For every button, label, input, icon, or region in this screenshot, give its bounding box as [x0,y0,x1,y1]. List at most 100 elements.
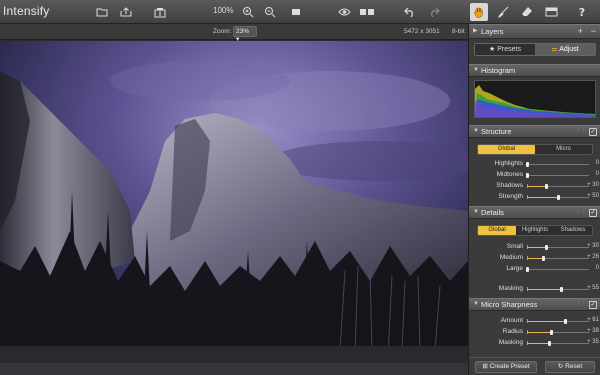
share-icon[interactable] [118,3,134,21]
slider-thumb[interactable] [549,330,553,335]
slider-fill [527,258,544,259]
tab-presets[interactable]: ★ Presets [475,44,535,55]
fit-icon[interactable] [288,3,304,21]
chevron-down-icon: ▼ [473,209,479,215]
structure-enable-checkbox[interactable]: ✓ [589,128,597,136]
slider-label: Masking [498,339,523,346]
redo-icon[interactable] [426,3,442,21]
slider-thumb[interactable] [547,341,551,346]
reset-label: Reset [565,363,583,370]
slider-track[interactable] [526,162,589,167]
add-layer-icon[interactable]: + [578,26,583,36]
slider-track[interactable] [527,341,589,346]
zoom-label: Zoom: [213,28,232,35]
help-icon[interactable]: ? [574,3,590,21]
slider-thumb[interactable] [560,287,564,292]
image-dimensions: 5472 x 3051 [404,28,440,35]
drag-handle-icon[interactable]: ⋮⋮ [576,128,586,134]
slider-track[interactable] [527,195,589,200]
details-enable-checkbox[interactable]: ✓ [589,209,597,217]
presets-icon[interactable] [152,3,168,21]
structure-seg-global[interactable]: Global [478,145,535,154]
tab-adjust[interactable]: ⚌ Adjust [535,44,595,55]
histogram-header[interactable]: ▼ Histogram [469,64,600,77]
slider-track[interactable] [527,330,589,335]
slider-track[interactable] [527,245,589,250]
slider-value: 0 [595,160,599,166]
preview-eye-icon[interactable] [336,3,352,21]
slider-row: Medium + 26 [469,253,600,263]
structure-header[interactable]: ▼ Structure ⋮⋮ ✓ [469,125,600,138]
slider-label: Strength [498,193,523,200]
slider-fill [527,197,558,198]
slider-track[interactable] [527,184,589,189]
slider-value: 0 [595,171,599,177]
micro-sharpness-enable-checkbox[interactable]: ✓ [589,301,597,309]
mode-tabs: ★ Presets ⚌ Adjust [474,43,596,56]
app-title: Intensify [3,4,50,18]
slider-value: + 30 [587,243,599,249]
slider-track[interactable] [527,256,589,261]
svg-text:?: ? [579,6,585,18]
slider-row: Masking + 55 [469,284,600,294]
create-preset-label: Create Preset [489,363,530,370]
slider-thumb[interactable] [526,162,529,167]
slider-label: Small [506,243,523,250]
drag-handle-icon[interactable]: ⋮⋮ [576,209,586,215]
structure-segmented: Global Micro [477,144,593,155]
eraser-icon[interactable] [519,3,535,21]
details-seg-shadows[interactable]: Shadows [554,226,592,235]
slider-row: Highlights 0 [469,159,600,169]
layers-header[interactable]: ▶ Layers + − [469,24,600,39]
slider-value: 0 [595,265,599,271]
chevron-down-icon: ▼ [473,301,479,307]
slider-track[interactable] [527,319,589,324]
tab-adjust-label: Adjust [559,46,579,53]
image-canvas[interactable] [0,41,468,375]
slider-track[interactable] [527,287,589,292]
compare-icon[interactable] [358,3,376,21]
brush-icon[interactable] [495,3,511,21]
histogram-title: Histogram [481,66,516,75]
zoom-select[interactable]: 23% ▾ [233,26,257,43]
layers-title: Layers [481,27,504,36]
slider-thumb[interactable] [563,319,567,324]
create-preset-button[interactable]: ⊞ Create Preset [475,361,537,373]
slider-row: Radius + 38 [469,327,600,337]
slider-row: Large 0 [469,264,600,274]
slider-thumb[interactable] [542,256,546,261]
slider-value: + 38 [587,328,599,334]
mask-icon[interactable] [543,3,559,21]
slider-thumb[interactable] [544,245,548,250]
zoom-out-icon[interactable] [262,3,278,21]
slider-label: Radius [502,328,523,335]
drag-handle-icon[interactable]: ⋮⋮ [576,301,586,307]
structure-seg-micro[interactable]: Micro [535,145,592,154]
micro-sharpness-header[interactable]: ▼ Micro Sharpness ⋮⋮ ✓ [469,298,600,311]
slider-label: Large [506,265,523,272]
hand-icon[interactable] [470,3,488,21]
reset-button[interactable]: ↻ Reset [545,361,595,373]
zoom-in-icon[interactable] [240,3,256,21]
slider-thumb[interactable] [544,184,548,189]
slider-thumb[interactable] [526,173,529,178]
remove-layer-icon[interactable]: − [591,26,596,36]
details-header[interactable]: ▼ Details ⋮⋮ ✓ [469,206,600,219]
slider-fill [527,321,565,322]
slider-thumb[interactable] [557,195,560,200]
details-seg-global[interactable]: Global [478,226,516,235]
slider-track[interactable] [526,173,589,178]
slider-label: Midtones [496,171,523,178]
open-icon[interactable] [94,3,110,21]
slider-row: Masking + 35 [469,338,600,348]
undo-icon[interactable] [402,3,418,21]
slider-value: + 50 [587,193,599,199]
details-seg-highlights[interactable]: Highlights [516,226,554,235]
slider-row: Shadows + 30 [469,181,600,191]
slider-track[interactable] [526,267,589,272]
slider-fill [527,247,546,248]
zoom-percent: 100% [213,6,234,15]
slider-fill [527,343,549,344]
slider-thumb[interactable] [526,267,529,272]
status-bar: Zoom: 23% ▾ 5472 x 3051 8-bit [0,24,468,43]
